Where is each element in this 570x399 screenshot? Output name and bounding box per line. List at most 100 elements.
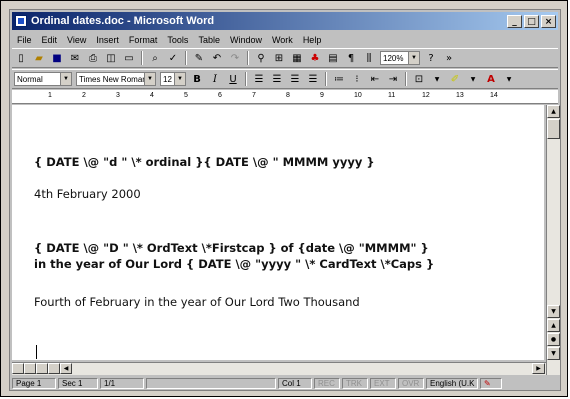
new-document-icon[interactable]: ▯ xyxy=(13,50,29,66)
highlight-icon[interactable]: ✐ xyxy=(447,71,463,87)
spelling-icon[interactable]: ✓ xyxy=(165,50,181,66)
vertical-scrollbar[interactable]: ▲ ▼ ▲ ● ▼ xyxy=(546,105,560,375)
hyperlink-icon[interactable]: ⚲ xyxy=(253,50,269,66)
find-icon[interactable]: ⌕ xyxy=(147,50,163,66)
next-page-icon[interactable]: ▼ xyxy=(547,347,560,360)
menu-view[interactable]: View xyxy=(62,35,91,45)
title-bar: Ordinal dates.doc - Microsoft Word _ □ × xyxy=(12,12,558,30)
standard-toolbar: ▯ ▰ ■ ✉ ⎙ ◫ ▭ ⌕ ✓ ✎ ↶ ↷ ⚲ ⊞ ▦ ♣ ▤ ¶ ⫼ 12… xyxy=(12,48,558,68)
columns-icon[interactable]: ⫼ xyxy=(361,50,377,66)
borders-icon[interactable]: ⊡ xyxy=(411,71,427,87)
toolbar-separator xyxy=(405,72,407,86)
more-buttons-icon[interactable]: » xyxy=(441,50,457,66)
show-hide-icon[interactable]: ¶ xyxy=(343,50,359,66)
word-doc-icon[interactable] xyxy=(15,15,27,27)
menu-window[interactable]: Window xyxy=(225,35,267,45)
scroll-thumb[interactable] xyxy=(547,119,560,139)
undo-icon[interactable]: ↶ xyxy=(209,50,225,66)
normal-view-icon[interactable] xyxy=(12,363,24,374)
zoom-select[interactable]: 120% ▼ xyxy=(380,51,420,65)
ruler-mark: 1 xyxy=(48,92,52,99)
menu-table[interactable]: Table xyxy=(193,35,225,45)
field-code-line-3: in the year of Our Lord { DATE \@ "yyyy … xyxy=(34,257,435,271)
status-trk[interactable]: TRK xyxy=(342,378,368,389)
status-page: Page 1 xyxy=(12,378,56,389)
chevron-down-icon[interactable]: ▼ xyxy=(465,71,481,87)
menu-help[interactable]: Help xyxy=(298,35,327,45)
web-layout-icon[interactable] xyxy=(24,363,36,374)
save-icon[interactable]: ■ xyxy=(49,50,65,66)
web-preview-icon[interactable]: ▭ xyxy=(121,50,137,66)
font-size-select[interactable]: 12 ▼ xyxy=(160,72,186,86)
status-pages: 1/1 xyxy=(100,378,144,389)
scroll-left-icon[interactable]: ◀ xyxy=(60,363,72,374)
status-rec[interactable]: REC xyxy=(314,378,340,389)
print-icon[interactable]: ⎙ xyxy=(85,50,101,66)
font-select[interactable]: Times New Roman ▼ xyxy=(76,72,156,86)
style-select[interactable]: Normal ▼ xyxy=(14,72,72,86)
decrease-indent-icon[interactable]: ⇤ xyxy=(367,71,383,87)
justify-icon[interactable]: ☰ xyxy=(305,71,321,87)
status-ovr[interactable]: OVR xyxy=(398,378,424,389)
previous-page-icon[interactable]: ▲ xyxy=(547,319,560,332)
scroll-up-icon[interactable]: ▲ xyxy=(547,105,560,118)
insert-table-icon[interactable]: ▦ xyxy=(289,50,305,66)
chevron-down-icon: ▼ xyxy=(408,52,419,64)
menu-tools[interactable]: Tools xyxy=(162,35,193,45)
open-folder-icon[interactable]: ▰ xyxy=(31,50,47,66)
field-code-line-2: { DATE \@ "D " \* OrdText \*Firstcap } o… xyxy=(34,241,429,255)
toolbar-separator xyxy=(325,72,327,86)
format-painter-icon[interactable]: ✎ xyxy=(191,50,207,66)
word-window: Ordinal dates.doc - Microsoft Word _ □ ×… xyxy=(9,9,561,391)
redo-icon[interactable]: ↷ xyxy=(227,50,243,66)
align-center-icon[interactable]: ☰ xyxy=(269,71,285,87)
maximize-button[interactable]: □ xyxy=(524,14,539,28)
document-page[interactable]: { DATE \@ "d " \* ordinal }{ DATE \@ " M… xyxy=(12,105,544,360)
result-line-1: 4th February 2000 xyxy=(34,187,141,201)
horizontal-scrollbar[interactable]: ◀ ▶ xyxy=(12,362,546,375)
select-browse-object-icon[interactable]: ● xyxy=(547,333,560,346)
scroll-down-icon[interactable]: ▼ xyxy=(547,305,560,318)
ruler-mark: 4 xyxy=(150,92,154,99)
print-preview-icon[interactable]: ◫ xyxy=(103,50,119,66)
bullets-icon[interactable]: ⁝ xyxy=(349,71,365,87)
view-buttons: ◀ xyxy=(12,363,72,374)
scroll-right-icon[interactable]: ▶ xyxy=(532,363,545,374)
minimize-button[interactable]: _ xyxy=(507,14,522,28)
menu-edit[interactable]: Edit xyxy=(37,35,63,45)
spelling-status-icon[interactable]: ✎ xyxy=(480,378,502,389)
chevron-down-icon: ▼ xyxy=(60,73,71,85)
align-right-icon[interactable]: ☰ xyxy=(287,71,303,87)
numbering-icon[interactable]: ≔ xyxy=(331,71,347,87)
menu-insert[interactable]: Insert xyxy=(91,35,124,45)
chevron-down-icon[interactable]: ▼ xyxy=(501,71,517,87)
menu-format[interactable]: Format xyxy=(124,35,163,45)
menu-file[interactable]: File xyxy=(12,35,37,45)
screenshot-frame: Ordinal dates.doc - Microsoft Word _ □ ×… xyxy=(0,0,568,397)
chevron-down-icon[interactable]: ▼ xyxy=(429,71,445,87)
status-section: Sec 1 xyxy=(58,378,98,389)
increase-indent-icon[interactable]: ⇥ xyxy=(385,71,401,87)
status-ext[interactable]: EXT xyxy=(370,378,396,389)
menu-work[interactable]: Work xyxy=(267,35,298,45)
underline-icon[interactable]: U xyxy=(225,71,241,87)
align-left-icon[interactable]: ☰ xyxy=(251,71,267,87)
horizontal-ruler[interactable]: 1 2 3 4 5 6 7 8 9 10 11 12 13 14 xyxy=(12,90,558,104)
ruler-mark: 9 xyxy=(320,92,324,99)
result-line-2: Fourth of February in the year of Our Lo… xyxy=(34,295,360,309)
italic-icon[interactable]: I xyxy=(207,71,223,87)
chevron-down-icon: ▼ xyxy=(174,73,185,85)
help-icon[interactable]: ? xyxy=(423,50,439,66)
drawing-icon[interactable]: ♣ xyxy=(307,50,323,66)
bold-icon[interactable]: B xyxy=(189,71,205,87)
font-color-icon[interactable]: A xyxy=(483,71,499,87)
ruler-mark: 12 xyxy=(422,92,430,99)
print-layout-icon[interactable] xyxy=(36,363,48,374)
ruler-mark: 7 xyxy=(252,92,256,99)
tables-borders-icon[interactable]: ⊞ xyxy=(271,50,287,66)
document-map-icon[interactable]: ▤ xyxy=(325,50,341,66)
font-size-value: 12 xyxy=(163,74,172,84)
close-button[interactable]: × xyxy=(541,14,556,28)
email-icon[interactable]: ✉ xyxy=(67,50,83,66)
outline-view-icon[interactable] xyxy=(48,363,60,374)
